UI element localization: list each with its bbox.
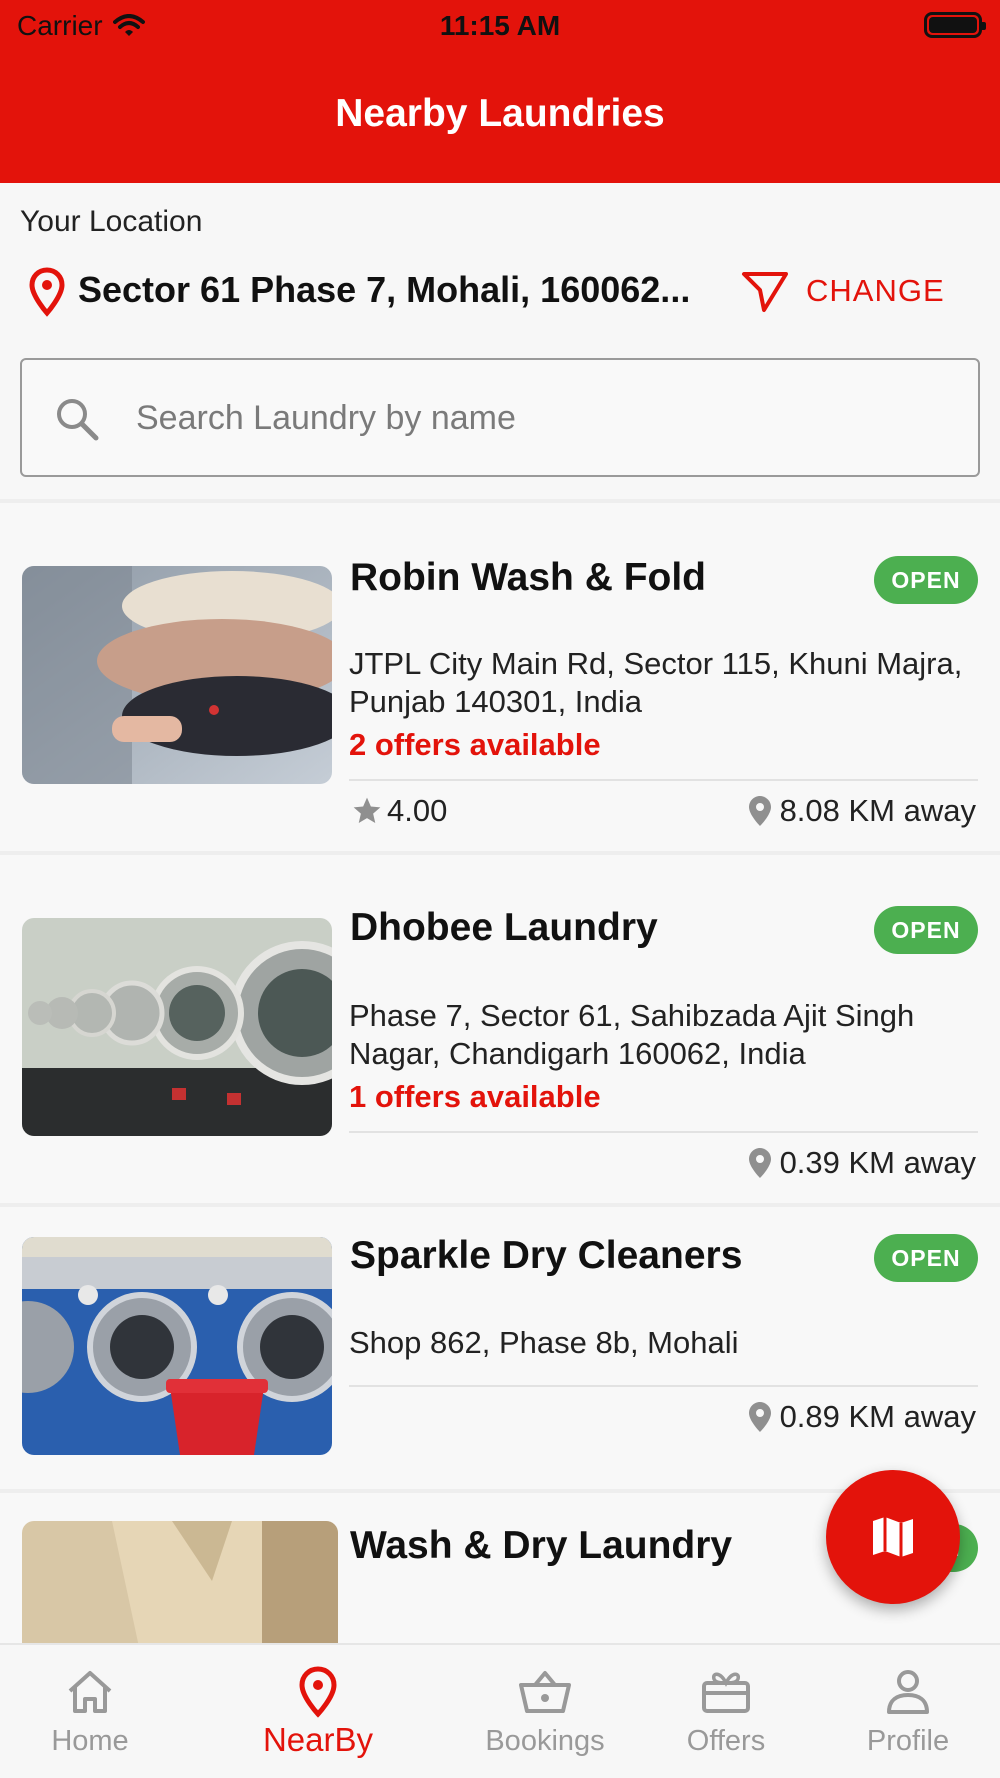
bottom-navigation: Home NearBy Bookings Offers Profile bbox=[0, 1643, 1000, 1778]
status-time: 11:15 AM bbox=[439, 10, 561, 41]
laundry-thumbnail bbox=[22, 1521, 338, 1643]
search-box[interactable] bbox=[20, 358, 980, 477]
map-pin-icon bbox=[748, 796, 771, 826]
distance: 0.89 KM away bbox=[748, 1399, 976, 1435]
laundry-address: Phase 7, Sector 61, Sahibzada Ajit Singh… bbox=[349, 998, 915, 1071]
location-address: Sector 61 Phase 7, Mohali, 160062... bbox=[78, 269, 691, 310]
status-badge: OPEN bbox=[874, 906, 978, 954]
distance-value: 0.39 KM away bbox=[779, 1145, 976, 1180]
nav-bookings[interactable]: Bookings bbox=[455, 1663, 635, 1773]
laundry-card[interactable]: Robin Wash & Fold OPEN JTPL City Main Rd… bbox=[0, 499, 1000, 851]
location-section: Your Location Sector 61 Phase 7, Mohali,… bbox=[0, 183, 1000, 499]
laundry-address: JTPL City Main Rd, Sector 115, Khuni Maj… bbox=[349, 646, 963, 719]
search-input[interactable] bbox=[136, 388, 936, 448]
nav-label: Offers bbox=[686, 1725, 766, 1757]
nav-label: NearBy bbox=[262, 1721, 374, 1758]
card-divider bbox=[349, 779, 978, 781]
page-title: Nearby Laundries bbox=[335, 92, 665, 135]
laundry-name: Robin Wash & Fold bbox=[350, 556, 707, 599]
nav-label: Home bbox=[51, 1725, 129, 1757]
map-pin-icon bbox=[748, 1148, 771, 1178]
basket-icon bbox=[519, 1671, 571, 1713]
person-icon bbox=[887, 1670, 929, 1714]
laundry-card[interactable]: Sparkle Dry Cleaners OPEN Shop 862, Phas… bbox=[0, 1203, 1000, 1489]
status-badge: OPEN bbox=[874, 556, 978, 604]
rating: 4.00 bbox=[351, 793, 447, 829]
nav-label: Profile bbox=[866, 1725, 950, 1757]
laundry-thumbnail bbox=[22, 1237, 332, 1455]
app-header: Carrier 11:15 AM Nearby Laundries bbox=[0, 0, 1000, 183]
status-badge: OPEN bbox=[874, 1234, 978, 1282]
card-divider bbox=[349, 1385, 978, 1387]
nav-label: Bookings bbox=[485, 1725, 605, 1757]
laundry-thumbnail bbox=[22, 918, 332, 1136]
star-icon bbox=[353, 797, 381, 823]
nav-offers[interactable]: Offers bbox=[636, 1663, 816, 1773]
distance-value: 0.89 KM away bbox=[779, 1399, 976, 1434]
offers-text: 1 offers available bbox=[349, 1079, 601, 1114]
laundry-list[interactable]: Robin Wash & Fold OPEN JTPL City Main Rd… bbox=[0, 499, 1000, 1643]
distance-value: 8.08 KM away bbox=[779, 793, 976, 828]
card-divider bbox=[349, 1131, 978, 1133]
offers-text: 2 offers available bbox=[349, 727, 601, 762]
laundry-name: Sparkle Dry Cleaners bbox=[350, 1234, 743, 1277]
laundry-thumbnail bbox=[22, 566, 332, 784]
search-icon bbox=[57, 399, 99, 441]
status-bar: Carrier 11:15 AM bbox=[0, 0, 1000, 50]
laundry-card[interactable]: Dhobee Laundry OPEN Phase 7, Sector 61, … bbox=[0, 851, 1000, 1203]
map-view-button[interactable] bbox=[826, 1470, 960, 1604]
distance: 8.08 KM away bbox=[748, 793, 976, 829]
map-pin-icon bbox=[748, 1402, 771, 1432]
laundry-name: Dhobee Laundry bbox=[350, 906, 658, 949]
navigation-arrow-icon bbox=[742, 272, 788, 312]
rating-value: 4.00 bbox=[387, 793, 448, 828]
change-label: CHANGE bbox=[806, 273, 945, 308]
laundry-address: Shop 862, Phase 8b, Mohali bbox=[349, 1325, 739, 1360]
distance: 0.39 KM away bbox=[748, 1145, 976, 1181]
change-location-button[interactable]: CHANGE bbox=[740, 263, 945, 319]
nav-home[interactable]: Home bbox=[0, 1663, 180, 1773]
battery-icon bbox=[924, 12, 986, 38]
location-label: Your Location bbox=[20, 205, 203, 238]
nav-nearby[interactable]: NearBy bbox=[228, 1663, 408, 1773]
laundry-name: Wash & Dry Laundry bbox=[350, 1524, 733, 1567]
location-row: Sector 61 Phase 7, Mohali, 160062... CHA… bbox=[24, 263, 984, 323]
map-icon bbox=[873, 1517, 913, 1557]
gift-icon bbox=[702, 1672, 750, 1713]
nav-profile[interactable]: Profile bbox=[818, 1663, 998, 1773]
location-pin-icon bbox=[29, 267, 65, 317]
home-icon bbox=[68, 1671, 112, 1713]
location-pin-icon bbox=[299, 1666, 337, 1718]
